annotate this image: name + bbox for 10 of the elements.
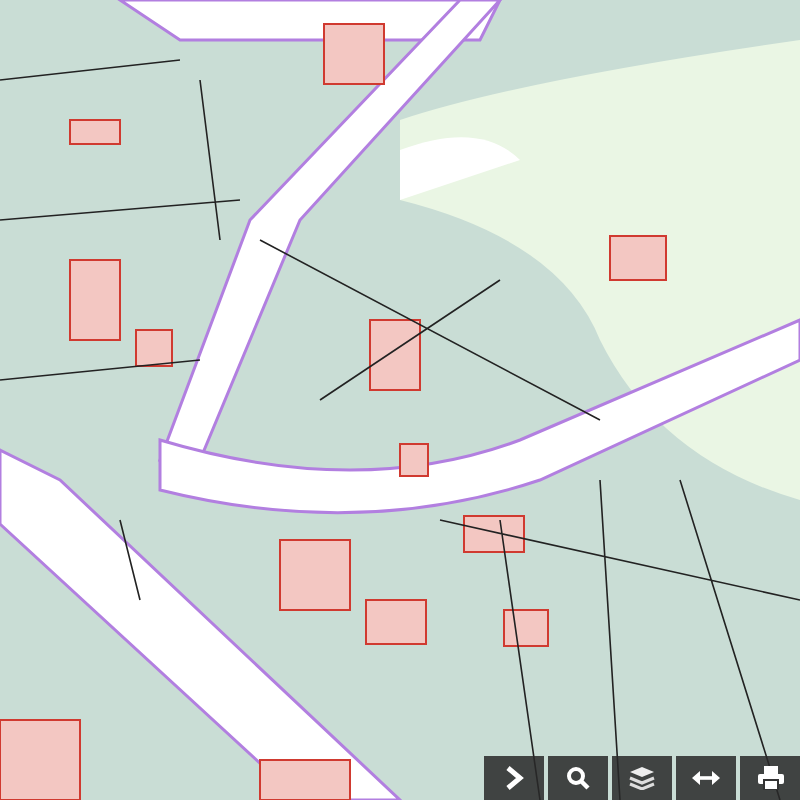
expand-button[interactable]: [484, 756, 544, 800]
layers-icon: [628, 766, 656, 790]
print-button[interactable]: [740, 756, 800, 800]
search-icon: [566, 766, 590, 790]
printer-icon: [757, 766, 783, 790]
double-arrow-icon: [692, 770, 720, 786]
search-button[interactable]: [548, 756, 608, 800]
layers-button[interactable]: [612, 756, 672, 800]
measure-button[interactable]: [676, 756, 736, 800]
chevron-right-icon: [504, 766, 524, 790]
